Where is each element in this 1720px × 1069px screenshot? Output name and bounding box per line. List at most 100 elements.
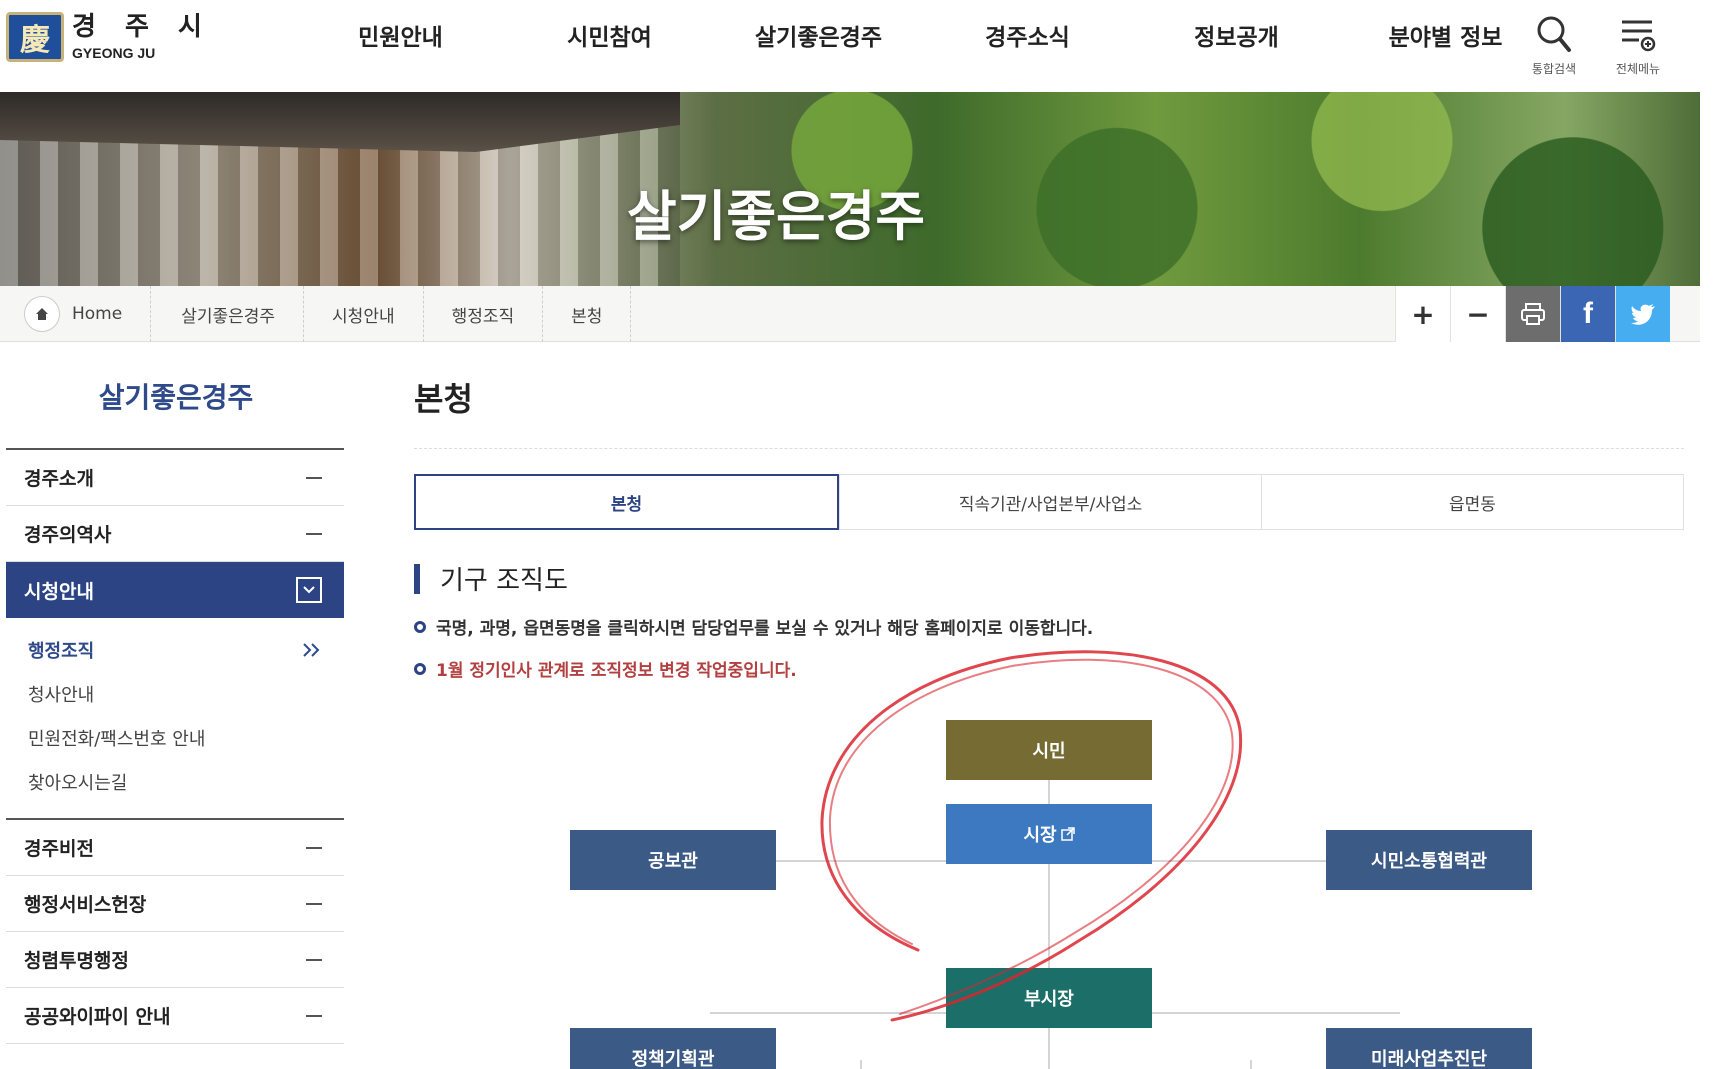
sidebar-submenu: 행정조직 청사안내 민원전화/팩스번호 안내 찾아오시는길 xyxy=(6,618,344,820)
facebook-icon: f xyxy=(1583,297,1593,330)
all-menu-button[interactable]: 전체메뉴 xyxy=(1598,12,1678,77)
sidebar-item-vision[interactable]: 경주비전 xyxy=(6,820,344,876)
submenu-item-building-guide[interactable]: 청사안내 xyxy=(6,672,344,716)
org-tabs: 본청 직속기관/사업본부/사업소 읍면동 xyxy=(414,474,1684,530)
banner-title: 살기좋은경주 xyxy=(626,185,926,248)
section-title: 기구 조직도 xyxy=(440,566,568,596)
twitter-share-button[interactable] xyxy=(1615,286,1670,342)
page-title: 본청 xyxy=(414,380,473,418)
org-box-deputy-mayor[interactable]: 부시장 xyxy=(946,968,1152,1028)
breadcrumb-bar: Home 살기좋은경주 시청안내 행정조직 본청 + − f xyxy=(0,286,1700,342)
logo-korean: 경 주 시 xyxy=(72,12,212,42)
nav-participation[interactable]: 시민참여 xyxy=(505,20,714,56)
main-nav: 민원안내 시민참여 살기좋은경주 경주소식 정보공개 분야별 정보 xyxy=(296,20,1550,56)
top-banner: 살기좋은경주 xyxy=(0,92,1700,286)
minus-icon xyxy=(306,532,322,535)
submenu-item-label: 찾아오시는길 xyxy=(28,773,128,794)
search-icon xyxy=(1536,12,1572,56)
sidebar-item-label: 청렴투명행정 xyxy=(24,950,129,972)
notice-item-warning: 1월 정기인사 관계로 조직정보 변경 작업중입니다. xyxy=(414,656,1093,681)
org-box-future-projects[interactable]: 미래사업추진단 xyxy=(1326,1028,1532,1069)
nav-info-disclosure[interactable]: 정보공개 xyxy=(1132,20,1341,56)
divider xyxy=(414,448,1684,449)
sidebar-menu: 경주소개 경주의역사 시청안내 행정조직 청사안내 민원전화/팩스번호 안내 찾… xyxy=(6,448,344,1044)
menu-icon xyxy=(1619,12,1657,56)
org-box-policy-planning[interactable]: 정책기획관 xyxy=(570,1028,776,1069)
notice-list: 국명, 과명, 읍면동명을 클릭하시면 담당업무를 보실 수 있거나 해당 홈페… xyxy=(414,614,1093,698)
breadcrumb-item-city-hall[interactable]: 시청안내 xyxy=(304,286,424,342)
sidebar-item-intro[interactable]: 경주소개 xyxy=(6,450,344,506)
zoom-in-button[interactable]: + xyxy=(1395,286,1450,342)
notice-item: 국명, 과명, 읍면동명을 클릭하시면 담당업무를 보실 수 있거나 해당 홈페… xyxy=(414,614,1093,639)
breadcrumb: Home 살기좋은경주 시청안내 행정조직 본청 xyxy=(0,286,632,342)
zoom-out-button[interactable]: − xyxy=(1450,286,1505,342)
sidebar-item-label: 행정서비스헌장 xyxy=(24,894,147,916)
city-seal-icon: 慶 xyxy=(6,12,64,62)
org-box-citizen-communication[interactable]: 시민소통협력관 xyxy=(1326,830,1532,890)
minus-icon xyxy=(306,1014,322,1017)
sidebar-item-integrity[interactable]: 청렴투명행정 xyxy=(6,932,344,988)
notice-text: 국명, 과명, 읍면동명을 클릭하시면 담당업무를 보실 수 있거나 해당 홈페… xyxy=(436,619,1094,639)
sidebar-item-city-hall[interactable]: 시청안내 xyxy=(6,562,344,618)
org-box-citizen[interactable]: 시민 xyxy=(946,720,1152,780)
org-chart: 시민 시장 공보관 시민소통협력관 부시장 정책기획관 미래사업추진단 xyxy=(560,720,1560,1069)
facebook-share-button[interactable]: f xyxy=(1560,286,1615,342)
breadcrumb-home[interactable]: Home xyxy=(0,286,152,342)
sidebar-item-label: 경주의역사 xyxy=(24,524,112,546)
org-box-mayor[interactable]: 시장 xyxy=(946,804,1152,864)
minus-icon xyxy=(306,902,322,905)
breadcrumb-item-admin-org[interactable]: 행정조직 xyxy=(424,286,544,342)
sidebar-item-label: 시청안내 xyxy=(24,580,94,603)
submenu-item-directions[interactable]: 찾아오시는길 xyxy=(6,760,344,804)
sidebar-item-label: 공공와이파이 안내 xyxy=(24,1006,171,1028)
search-label: 통합검색 xyxy=(1531,62,1577,76)
logo-english: GYEONG JU xyxy=(72,45,156,61)
print-icon xyxy=(1521,303,1545,325)
page-tools: + − f xyxy=(1395,286,1670,342)
minus-icon xyxy=(306,958,322,961)
org-label: 시장 xyxy=(1023,825,1057,846)
org-label: 시민소통협력관 xyxy=(1371,851,1487,872)
breadcrumb-item-main-office[interactable]: 본청 xyxy=(543,286,632,342)
org-label: 정책기획관 xyxy=(631,1049,715,1069)
twitter-icon xyxy=(1631,304,1655,325)
minus-icon xyxy=(306,476,322,479)
org-label: 공보관 xyxy=(648,851,698,872)
org-label: 시민 xyxy=(1032,741,1066,762)
breadcrumb-item-good-life[interactable]: 살기좋은경주 xyxy=(151,286,305,342)
sidebar-item-label: 경주비전 xyxy=(24,838,94,860)
search-button[interactable]: 통합검색 xyxy=(1514,12,1594,77)
submenu-item-admin-org[interactable]: 행정조직 xyxy=(6,628,344,672)
external-link-icon xyxy=(1060,827,1075,841)
double-chevron-right-icon xyxy=(303,643,320,657)
chevron-down-icon xyxy=(296,577,322,603)
circle-bullet-icon xyxy=(414,620,426,633)
submenu-item-phone-fax[interactable]: 민원전화/팩스번호 안내 xyxy=(6,716,344,760)
org-label: 미래사업추진단 xyxy=(1371,1049,1487,1069)
site-header: 慶 경 주 시 GYEONG JU 민원안내 시민참여 살기좋은경주 경주소식 … xyxy=(0,0,1720,92)
sidebar-title: 살기좋은경주 xyxy=(98,381,254,414)
circle-bullet-icon xyxy=(414,662,426,675)
menu-label: 전체메뉴 xyxy=(1615,62,1661,76)
home-icon xyxy=(24,296,60,332)
nav-civil-service[interactable]: 민원안내 xyxy=(296,20,505,56)
notice-text: 1월 정기인사 관계로 조직정보 변경 작업중입니다. xyxy=(436,661,797,681)
org-label: 부시장 xyxy=(1024,989,1074,1010)
tab-affiliated-agencies[interactable]: 직속기관/사업본부/사업소 xyxy=(839,475,1261,529)
nav-news[interactable]: 경주소식 xyxy=(923,20,1132,56)
sidebar-item-history[interactable]: 경주의역사 xyxy=(6,506,344,562)
nav-good-life[interactable]: 살기좋은경주 xyxy=(714,20,923,56)
submenu-item-label: 행정조직 xyxy=(28,641,95,662)
tab-towns[interactable]: 읍면동 xyxy=(1261,475,1683,529)
print-button[interactable] xyxy=(1505,286,1560,342)
submenu-item-label: 청사안내 xyxy=(28,685,95,706)
org-box-public-relations[interactable]: 공보관 xyxy=(570,830,776,890)
sidebar-item-public-wifi[interactable]: 공공와이파이 안내 xyxy=(6,988,344,1044)
sidebar-item-label: 경주소개 xyxy=(24,468,94,490)
sidebar-item-service-charter[interactable]: 행정서비스헌장 xyxy=(6,876,344,932)
minus-icon xyxy=(306,846,322,849)
submenu-item-label: 민원전화/팩스번호 안내 xyxy=(28,729,206,750)
breadcrumb-home-label: Home xyxy=(72,304,123,324)
tab-main-office[interactable]: 본청 xyxy=(414,474,839,530)
site-logo[interactable]: 慶 경 주 시 GYEONG JU xyxy=(6,12,212,62)
